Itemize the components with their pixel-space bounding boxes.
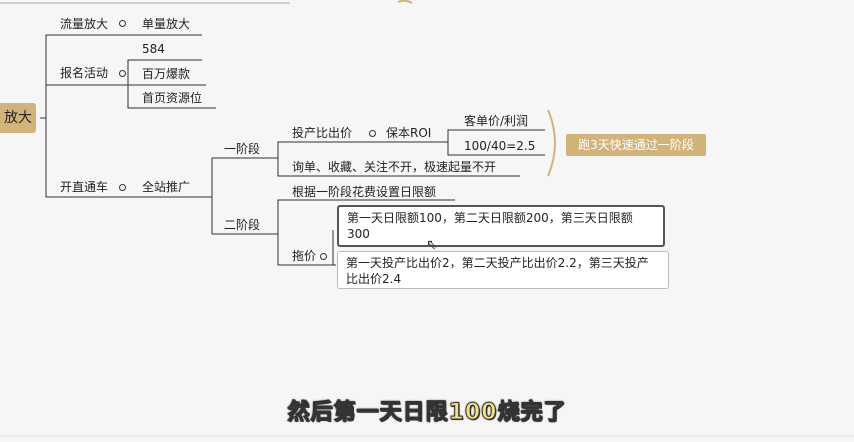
- node-set-limit[interactable]: 根据一阶段花费设置日限额: [292, 185, 436, 199]
- node-584[interactable]: 584: [142, 42, 165, 56]
- mindmap-canvas: 放大 流量放大 单量放大 报名活动 584 百万爆款 首页资源位 开直通车 全站…: [0, 0, 854, 442]
- node-bid-text[interactable]: 第一天投产比出价2，第二天投产比出价2.2，第三天投产比出价2.4: [337, 251, 669, 289]
- node-inquiry[interactable]: 询单、收藏、关注不开，极速起量不开: [292, 160, 496, 174]
- node-aov[interactable]: 客单价/利润: [464, 114, 528, 128]
- collapse-dot[interactable]: [369, 130, 376, 137]
- mouse-cursor-icon: ⇖: [426, 237, 438, 253]
- collapse-dot[interactable]: [320, 253, 327, 260]
- node-keep-roi[interactable]: 保本ROI: [386, 126, 431, 140]
- node-roi-bid[interactable]: 投产比出价: [292, 126, 352, 140]
- collapse-dot[interactable]: [119, 70, 126, 77]
- node-homepage[interactable]: 首页资源位: [142, 91, 202, 105]
- node-signup[interactable]: 报名活动: [60, 66, 108, 80]
- node-full-promo[interactable]: 全站推广: [142, 180, 190, 194]
- node-single-amplify[interactable]: 单量放大: [142, 17, 190, 31]
- node-run3-tag[interactable]: 跑3天快速通过一阶段: [566, 134, 706, 156]
- node-stage1[interactable]: 一阶段: [224, 142, 260, 156]
- collapse-dot[interactable]: [119, 184, 126, 191]
- video-subtitle: 然后第一天日限100烧完了: [287, 400, 567, 426]
- node-traffic[interactable]: 流量放大: [60, 17, 108, 31]
- node-stage2[interactable]: 二阶段: [224, 218, 260, 232]
- collapse-dot[interactable]: [119, 20, 126, 27]
- node-million[interactable]: 百万爆款: [142, 67, 190, 81]
- node-calc[interactable]: 100/40=2.5: [464, 139, 535, 153]
- node-raise-price[interactable]: 拖价: [292, 249, 316, 263]
- node-limit-selected[interactable]: 第一天日限额100，第二天日限额200，第三天日限额300: [337, 205, 665, 247]
- root-node[interactable]: 放大: [0, 103, 36, 133]
- node-open-train[interactable]: 开直通车: [60, 180, 108, 194]
